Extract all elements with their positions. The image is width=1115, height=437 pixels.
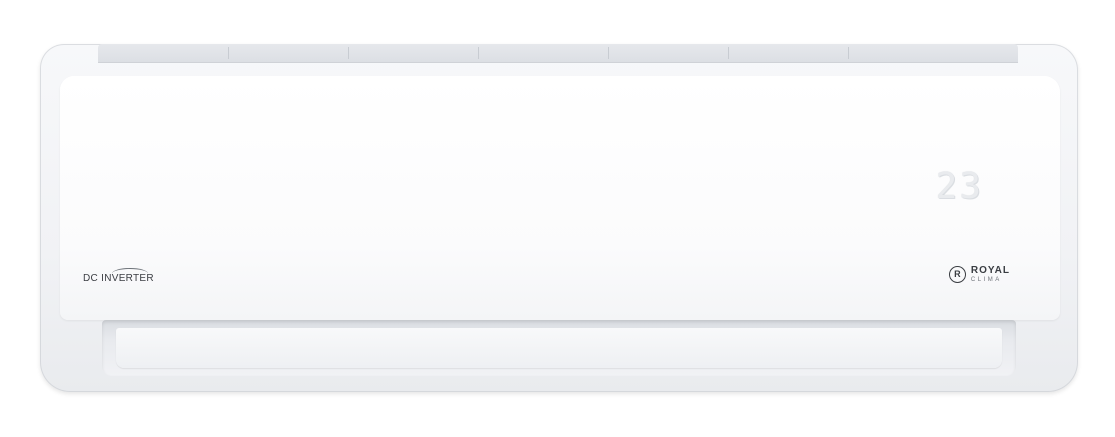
grille-divider <box>728 47 729 59</box>
temperature-display: 23 <box>935 166 983 207</box>
grille-divider <box>478 47 479 59</box>
grille-divider <box>348 47 349 59</box>
brand-name: ROYAL <box>970 265 1010 276</box>
brand-logo: R ROYAL CLIMA <box>948 265 1010 284</box>
air-conditioner-indoor-unit: 23 DC INVERTER R ROYAL CLIMA <box>40 44 1078 392</box>
front-panel <box>60 76 1060 320</box>
brand-subtitle: CLIMA <box>970 277 1002 283</box>
brand-mark-icon: R <box>948 266 966 283</box>
grille-divider <box>228 47 229 59</box>
air-outlet <box>102 320 1016 376</box>
grille-divider <box>848 47 849 59</box>
inverter-label: DC INVERTER <box>83 273 154 284</box>
top-air-intake-grille <box>98 44 1018 63</box>
brand-text: ROYAL CLIMA <box>970 265 1010 284</box>
louver-flap <box>116 328 1002 368</box>
grille-divider <box>608 47 609 59</box>
